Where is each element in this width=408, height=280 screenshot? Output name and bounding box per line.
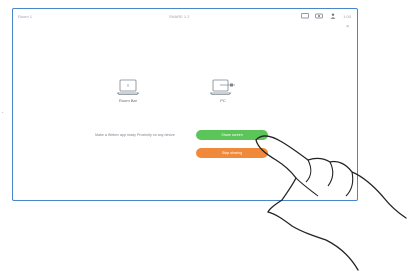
camera-icon[interactable]: [315, 13, 324, 19]
person-icon[interactable]: [329, 13, 337, 19]
touch-panel-screen: Room 1 SHARE 1 2 1:00 × Room Bar PC Make…: [12, 8, 358, 201]
device-label-room-bar: Room Bar: [118, 98, 137, 103]
clock-time: 1:00: [343, 13, 351, 19]
close-icon[interactable]: ×: [346, 24, 349, 30]
share-screen-button[interactable]: Share screen: [196, 130, 268, 140]
laptop-icon: [117, 79, 139, 95]
status-bar: Room 1 SHARE 1 2 1:00: [13, 9, 357, 25]
proximity-instruction: Make a Webex app ready Proximity on any …: [95, 133, 175, 137]
edge-mark: ·: [2, 110, 4, 116]
device-label-pc: PC: [220, 98, 226, 103]
screen-share-icon[interactable]: [301, 13, 310, 19]
device-room-bar[interactable]: Room Bar: [117, 79, 139, 103]
status-center-text: SHARE 1 2: [169, 14, 190, 19]
status-icons: 1:00: [301, 13, 351, 19]
stop-sharing-button[interactable]: Stop sharing: [196, 148, 268, 158]
pc-cable-icon: [210, 79, 235, 95]
room-name: Room 1: [18, 14, 33, 19]
device-pc[interactable]: PC: [210, 79, 236, 103]
